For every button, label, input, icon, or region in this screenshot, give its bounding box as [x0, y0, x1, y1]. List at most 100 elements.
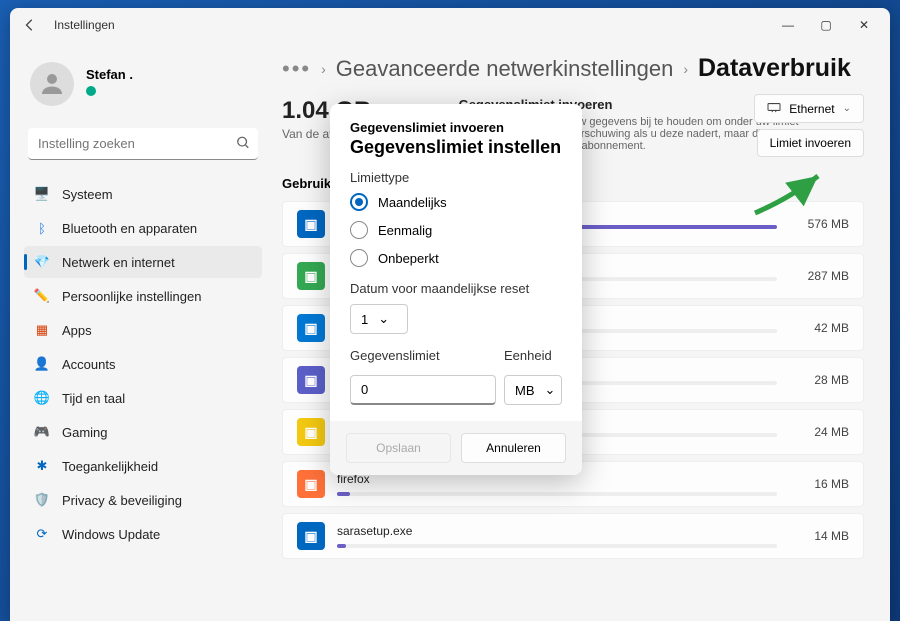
search-input[interactable]: [28, 128, 258, 160]
breadcrumb-prev[interactable]: Geavanceerde netwerkinstellingen: [336, 56, 674, 82]
breadcrumb-more-icon[interactable]: •••: [282, 56, 311, 82]
chevron-right-icon: ›: [321, 61, 326, 77]
nav-label: Privacy & beveiliging: [62, 493, 182, 508]
reset-date-select[interactable]: 1 ⌄: [350, 304, 408, 334]
sidebar-item[interactable]: ⟳ Windows Update: [24, 518, 262, 550]
app-size: 16 MB: [789, 477, 849, 491]
presence-dot-icon: [86, 86, 96, 96]
sidebar-item[interactable]: 💎 Netwerk en internet: [24, 246, 262, 278]
app-size: 14 MB: [789, 529, 849, 543]
nav-label: Netwerk en internet: [62, 255, 175, 270]
app-icon: ▣: [297, 470, 325, 498]
nav-icon: ✏️: [34, 288, 50, 304]
nav-label: Windows Update: [62, 527, 160, 542]
adapter-dropdown[interactable]: Ethernet ⌄: [754, 94, 864, 123]
nav-icon: 👤: [34, 356, 50, 372]
app-icon: ▣: [297, 262, 325, 290]
nav-icon: 💎: [34, 254, 50, 270]
chevron-down-icon: ⌄: [378, 311, 389, 327]
reset-date-value: 1: [361, 312, 368, 327]
reset-date-label: Datum voor maandelijkse reset: [350, 281, 562, 296]
unit-value: MB: [515, 383, 535, 398]
nav-icon: 🎮: [34, 424, 50, 440]
limit-type-label: Limiettype: [350, 170, 562, 185]
nav-icon: ✱: [34, 458, 50, 474]
enter-limit-button[interactable]: Limiet invoeren: [757, 129, 864, 157]
sidebar-item[interactable]: 🎮 Gaming: [24, 416, 262, 448]
breadcrumb-current: Dataverbruik: [698, 54, 851, 83]
nav-label: Tijd en taal: [62, 391, 125, 406]
nav-label: Toegankelijkheid: [62, 459, 158, 474]
nav-icon: ⟳: [34, 526, 50, 542]
account-name: Stefan .: [86, 67, 133, 82]
breadcrumb: ••• › Geavanceerde netwerkinstellingen ›…: [282, 54, 864, 83]
sidebar-item[interactable]: ✱ Toegankelijkheid: [24, 450, 262, 482]
sidebar-item[interactable]: 🌐 Tijd en taal: [24, 382, 262, 414]
app-icon: ▣: [297, 418, 325, 446]
nav-list: 🖥️ Systeem ᛒ Bluetooth en apparaten 💎 Netwerk…: [24, 178, 262, 550]
account-block[interactable]: Stefan .: [24, 52, 262, 122]
sidebar: Stefan . 🖥️ Systeem ᛒ Bluetooth en apparate…: [10, 42, 270, 621]
cancel-button[interactable]: Annuleren: [461, 433, 566, 463]
app-size: 42 MB: [789, 321, 849, 335]
sidebar-item[interactable]: 👤 Accounts: [24, 348, 262, 380]
nav-label: Apps: [62, 323, 92, 338]
search-box[interactable]: [28, 128, 258, 160]
app-size: 287 MB: [789, 269, 849, 283]
limit-type-option[interactable]: Onbeperkt: [350, 249, 562, 267]
dialog-subtitle: Gegevenslimiet invoeren: [350, 120, 562, 135]
ethernet-icon: [767, 101, 781, 116]
maximize-button[interactable]: ▢: [816, 18, 836, 32]
nav-icon: ᛒ: [34, 220, 50, 236]
nav-icon: 🌐: [34, 390, 50, 406]
nav-label: Gaming: [62, 425, 108, 440]
adapter-label: Ethernet: [789, 102, 834, 116]
limit-type-option[interactable]: Maandelijks: [350, 193, 562, 211]
minimize-button[interactable]: —: [778, 18, 798, 32]
radio-label: Onbeperkt: [378, 251, 439, 266]
sidebar-item[interactable]: ▦ Apps: [24, 314, 262, 346]
nav-label: Bluetooth en apparaten: [62, 221, 197, 236]
data-limit-input[interactable]: [350, 375, 496, 405]
nav-icon: 🛡️: [34, 492, 50, 508]
radio-icon: [350, 221, 368, 239]
radio-label: Eenmalig: [378, 223, 432, 238]
unit-select[interactable]: MB ⌄: [504, 375, 562, 405]
back-button[interactable]: [18, 18, 42, 32]
radio-icon: [350, 193, 368, 211]
radio-icon: [350, 249, 368, 267]
cancel-label: Annuleren: [486, 441, 541, 455]
chevron-right-icon: ›: [683, 61, 688, 77]
sidebar-item[interactable]: 🖥️ Systeem: [24, 178, 262, 210]
enter-limit-label: Limiet invoeren: [770, 136, 851, 150]
app-row[interactable]: ▣ sarasetup.exe 14 MB: [282, 513, 864, 559]
limit-type-option[interactable]: Eenmalig: [350, 221, 562, 239]
nav-label: Systeem: [62, 187, 113, 202]
sidebar-item[interactable]: 🛡️ Privacy & beveiliging: [24, 484, 262, 516]
unit-label: Eenheid: [504, 348, 562, 363]
titlebar: Instellingen — ▢ ✕: [10, 8, 890, 42]
nav-label: Accounts: [62, 357, 115, 372]
nav-icon: ▦: [34, 322, 50, 338]
close-button[interactable]: ✕: [854, 18, 874, 32]
app-icon: ▣: [297, 210, 325, 238]
nav-label: Persoonlijke instellingen: [62, 289, 201, 304]
nav-icon: 🖥️: [34, 186, 50, 202]
dialog-title: Gegevenslimiet instellen: [350, 137, 562, 158]
limit-type-radios: Maandelijks Eenmalig Onbeperkt: [350, 193, 562, 267]
app-icon: ▣: [297, 522, 325, 550]
save-button[interactable]: Opslaan: [346, 433, 451, 463]
app-name: sarasetup.exe: [337, 524, 777, 538]
app-size: 24 MB: [789, 425, 849, 439]
app-size: 28 MB: [789, 373, 849, 387]
window-title: Instellingen: [54, 18, 115, 32]
chevron-down-icon: ⌄: [843, 103, 851, 114]
avatar-icon: [30, 62, 74, 106]
chevron-down-icon: ⌄: [545, 382, 556, 398]
save-label: Opslaan: [376, 441, 421, 455]
sidebar-item[interactable]: ✏️ Persoonlijke instellingen: [24, 280, 262, 312]
sidebar-item[interactable]: ᛒ Bluetooth en apparaten: [24, 212, 262, 244]
app-icon: ▣: [297, 366, 325, 394]
app-icon: ▣: [297, 314, 325, 342]
radio-label: Maandelijks: [378, 195, 447, 210]
